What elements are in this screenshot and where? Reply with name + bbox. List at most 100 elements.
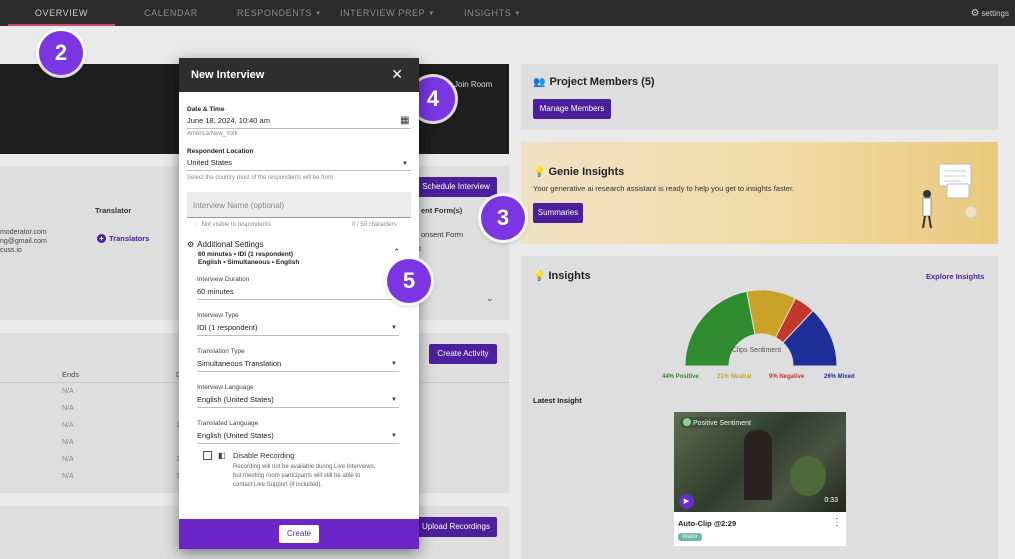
project-members-title: 👥 Project Members (5)	[533, 76, 655, 88]
location-underline	[187, 170, 411, 171]
genie-insights-card: 💡 Genie Insights Your generative ai resea…	[521, 142, 998, 244]
name-placeholder: Interview Name (optional)	[193, 201, 285, 210]
tab-overview[interactable]: OVERVIEW	[8, 0, 115, 26]
play-icon[interactable]: ▶	[679, 494, 694, 509]
duration-label: Interview Duration	[197, 276, 250, 283]
assistant-illustration	[922, 163, 978, 229]
explore-insights-link[interactable]: Explore Insights	[926, 272, 984, 281]
caret-down-icon[interactable]: ▼	[402, 161, 408, 167]
date-input[interactable]: June 18, 2024, 10:40 am	[187, 116, 270, 125]
location-hint: Select the country most of the responden…	[187, 175, 334, 181]
tab-interview-prep[interactable]: INTERVIEW PREP ▼	[340, 0, 435, 26]
location-select[interactable]: United States	[187, 158, 232, 167]
project-members-card: 👥 Project Members (5) Manage Members	[521, 64, 998, 130]
translator-header: Translator	[95, 206, 132, 215]
language-label: Interview Language	[197, 384, 254, 391]
gear-icon: ⚙	[187, 240, 195, 249]
char-count: 0 / 50 characters	[352, 222, 397, 228]
duration-input[interactable]: 60 minutes	[197, 287, 234, 296]
badge-label: Positive Sentiment	[693, 420, 751, 427]
create-activity-button[interactable]: Create Activity	[429, 344, 497, 364]
modal-title: New Interview	[191, 69, 265, 81]
translation-type-select[interactable]: Simultaneous Translation	[197, 359, 281, 368]
genie-description: Your generative ai research assistant is…	[533, 184, 795, 193]
chart-center-label: Clips Sentiment	[732, 347, 782, 354]
ends-cell: N/A	[62, 439, 74, 446]
legend-mixed: 26% Mixed	[824, 374, 855, 380]
visibility-hint: ◌ Not visible to respondents	[195, 222, 271, 228]
location-label: Respondent Location	[187, 148, 254, 155]
calendar-icon[interactable]: ▦	[400, 115, 409, 126]
translation-underline	[197, 371, 399, 372]
ends-cell: N/A	[62, 405, 74, 412]
language-underline	[197, 407, 399, 408]
ends-cell: N/A	[62, 473, 74, 480]
schedule-interview-button[interactable]: Schedule Interview	[415, 177, 497, 197]
ends-header: Ends	[62, 370, 80, 379]
lightbulb-icon: 💡	[533, 167, 546, 178]
step-badge-3: 3	[481, 196, 525, 240]
title-label: Insights	[548, 270, 591, 282]
tab-label: INTERVIEW PREP	[340, 8, 426, 18]
gear-icon: ⚙	[970, 8, 980, 19]
translators-link[interactable]: + Translators	[97, 234, 149, 243]
close-icon[interactable]: ✕	[391, 66, 403, 83]
tab-insights[interactable]: INSIGHTS ▼	[464, 0, 521, 26]
caret-down-icon[interactable]: ▼	[391, 397, 397, 403]
additional-settings-toggle[interactable]: ⚙ Additional Settings	[187, 240, 263, 249]
disable-recording-desc: contact Live Support (if included).	[233, 482, 323, 488]
tab-label: CALENDAR	[144, 8, 198, 18]
settings-label: settings	[981, 9, 1009, 18]
clip-video-thumbnail[interactable]: Positive Sentiment ▶ 0:33	[674, 412, 846, 512]
manage-members-button[interactable]: Manage Members	[533, 99, 611, 119]
caret-down-icon: ▼	[315, 11, 322, 17]
camera-off-icon: ◧	[218, 451, 226, 460]
chevron-down-icon[interactable]: ⌄	[486, 293, 494, 304]
translated-language-label: Translated Language	[197, 420, 259, 427]
disable-recording-checkbox[interactable]	[203, 451, 212, 460]
summaries-button[interactable]: Summaries	[533, 203, 583, 223]
chevron-up-icon[interactable]: ⌃	[393, 247, 401, 258]
lightbulb-icon: 💡	[533, 271, 546, 282]
tab-label: OVERVIEW	[34, 8, 89, 18]
tab-calendar[interactable]: CALENDAR	[144, 0, 198, 26]
latest-insight-label: Latest Insight	[533, 396, 582, 405]
caret-down-icon[interactable]: ▼	[391, 361, 397, 367]
join-room-link[interactable]: Join Room	[454, 80, 492, 89]
caret-down-icon: ▼	[514, 11, 521, 17]
title-label: Project Members (5)	[549, 76, 655, 88]
donut-slice-positive[interactable]	[684, 290, 756, 367]
step-badge-2: 2	[39, 31, 83, 75]
clip-title: Auto-Clip @2:29	[678, 519, 737, 528]
settings-link[interactable]: ⚙ settings	[970, 0, 1009, 26]
new-interview-modal: New Interview ✕ Date & Time June 18, 202…	[179, 58, 419, 549]
type-select[interactable]: IDI (1 respondent)	[197, 323, 257, 332]
legend-positive: 44% Positive	[662, 374, 699, 380]
modal-header: New Interview ✕	[179, 58, 419, 92]
date-underline	[187, 128, 411, 129]
interview-name-input[interactable]: Interview Name (optional)	[187, 192, 411, 218]
additional-summary-line2: English • Simultaneous • English	[198, 259, 300, 266]
caret-down-icon[interactable]: ▼	[391, 433, 397, 439]
step-badge-5: 5	[387, 259, 431, 303]
tab-respondents[interactable]: RESPONDENTS ▼	[237, 0, 322, 26]
more-vert-icon[interactable]: ⋮	[832, 517, 842, 528]
duration-underline	[197, 299, 399, 300]
ends-cell: N/A	[62, 422, 74, 429]
caret-down-icon[interactable]: ▼	[391, 325, 397, 331]
consent-link[interactable]: onsent Form	[421, 230, 463, 239]
people-icon: 👥	[533, 77, 546, 88]
translated-language-select[interactable]: English (United States)	[197, 431, 274, 440]
language-select[interactable]: English (United States)	[197, 395, 274, 404]
upload-recordings-button[interactable]: Upload Recordings	[415, 517, 497, 537]
email-text: ng@gmail.com	[0, 238, 47, 245]
timezone-text: America/New_York	[187, 131, 238, 137]
additional-summary-line1: 60 minutes • IDI (1 respondent)	[198, 251, 294, 258]
insights-title: 💡 Insights	[533, 270, 591, 282]
legend-neutral: 21% Neutral	[717, 374, 752, 380]
clip-tag-water[interactable]: Water	[678, 533, 702, 541]
ends-cell: N/A	[62, 456, 74, 463]
partial-link[interactable]: t	[419, 244, 421, 253]
legend-negative: 9% Negative	[769, 374, 805, 380]
create-button[interactable]: Create	[279, 525, 319, 543]
